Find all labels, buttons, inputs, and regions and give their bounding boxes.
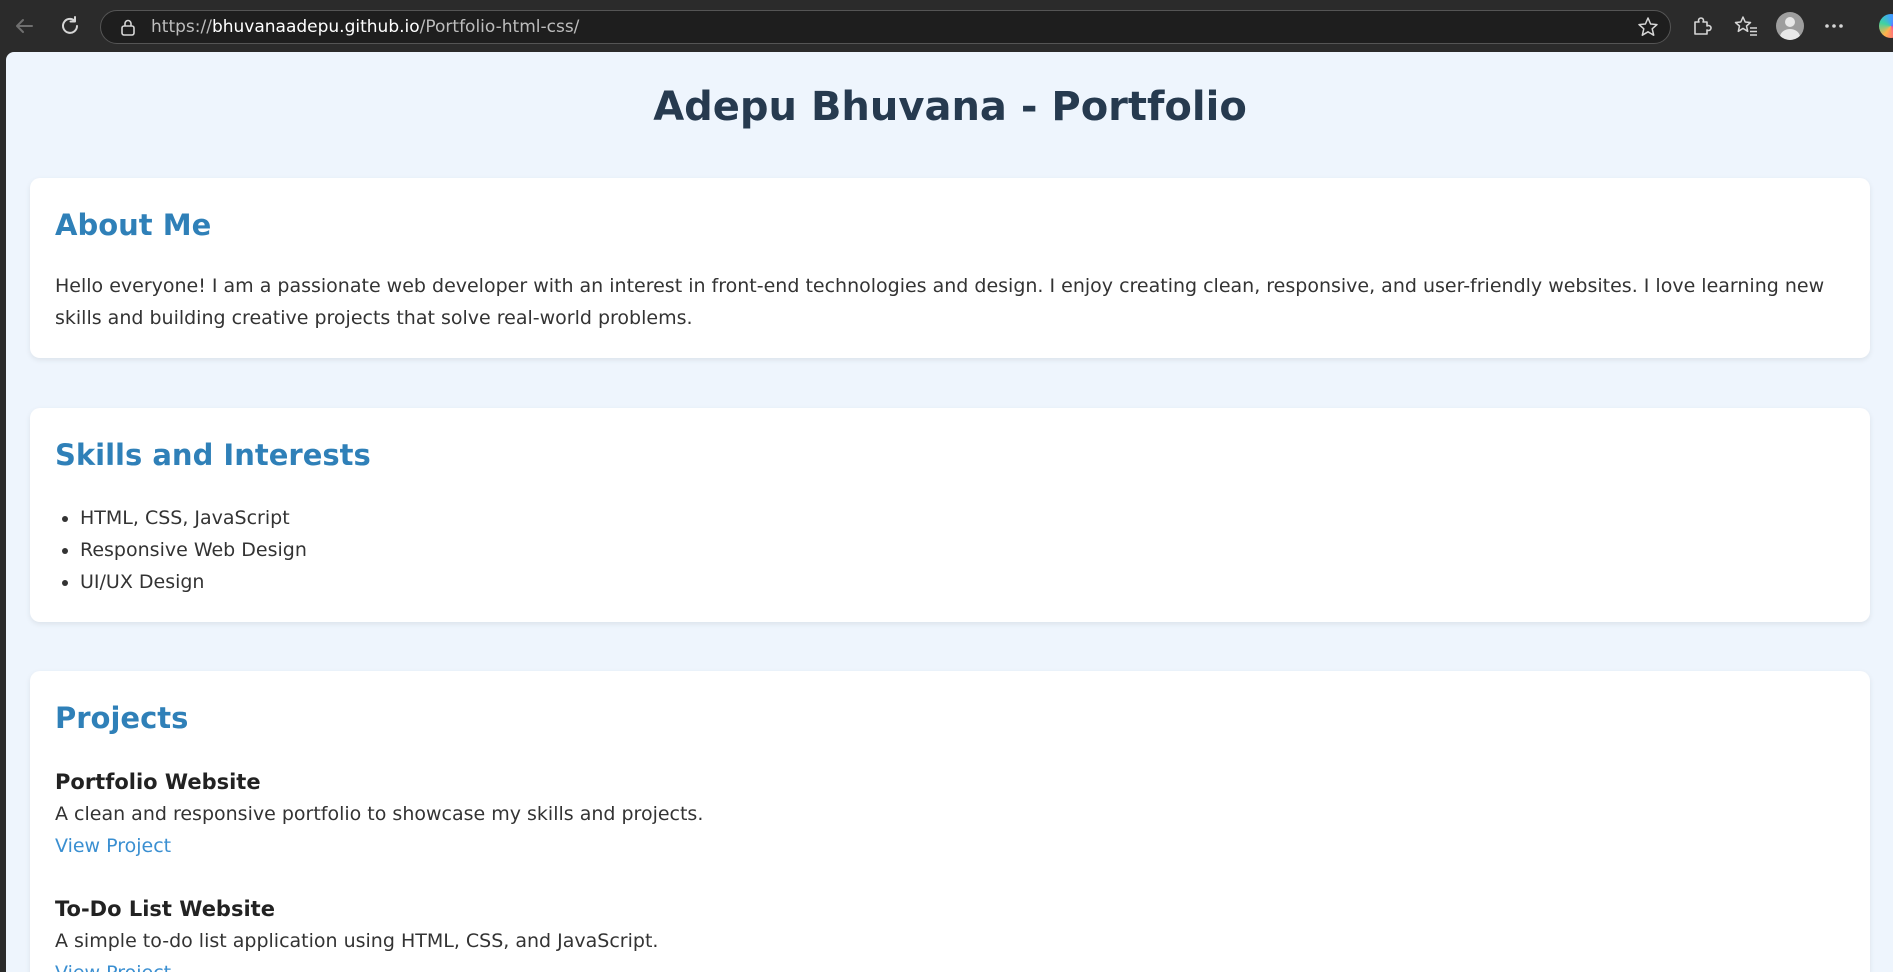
skills-list: HTML, CSS, JavaScript Responsive Web Des… xyxy=(55,502,307,598)
project-description: A clean and responsive portfolio to show… xyxy=(55,803,704,825)
project-title: Portfolio Website xyxy=(55,770,261,794)
url-path: /Portfolio-html-css/ xyxy=(419,17,580,37)
reload-icon xyxy=(62,16,78,34)
url-prefix: https:// xyxy=(151,17,212,37)
site-info-lock-icon[interactable] xyxy=(117,16,139,38)
extensions-button[interactable] xyxy=(1680,6,1724,46)
skills-section: Skills and Interests HTML, CSS, JavaScri… xyxy=(30,408,1870,622)
project-description: A simple to-do list application using HT… xyxy=(55,930,659,952)
url-text[interactable]: https://bhuvanaadepu.github.io/Portfolio… xyxy=(151,17,579,37)
project-item: Portfolio Website A clean and responsive… xyxy=(55,766,1845,862)
more-options-button[interactable] xyxy=(1812,6,1856,46)
skills-list-item: Responsive Web Design xyxy=(80,534,307,566)
url-host: bhuvanaadepu.github.io xyxy=(211,17,420,37)
favorites-icon xyxy=(1734,16,1757,36)
page-viewport: Adepu Bhuvana - Portfolio About Me Hello… xyxy=(6,52,1893,972)
page-title: Adepu Bhuvana - Portfolio xyxy=(653,84,1247,130)
project-title: To-Do List Website xyxy=(55,897,275,921)
favorites-button[interactable] xyxy=(1724,6,1768,46)
address-bar[interactable]: https://bhuvanaadepu.github.io/Portfolio… xyxy=(100,10,1671,44)
toolbar-actions xyxy=(1680,6,1856,46)
copilot-icon[interactable] xyxy=(1879,14,1893,38)
reload-button[interactable] xyxy=(48,4,92,48)
skills-heading: Skills and Interests xyxy=(55,438,371,472)
projects-section: Projects Portfolio Website A clean and r… xyxy=(30,671,1870,972)
back-arrow-icon xyxy=(16,19,33,33)
profile-button[interactable] xyxy=(1768,6,1812,46)
view-project-link[interactable]: View Project xyxy=(55,830,1845,862)
about-section: About Me Hello everyone! I am a passiona… xyxy=(30,178,1870,358)
more-dots-icon xyxy=(1825,24,1843,28)
project-item: To-Do List Website A simple to-do list a… xyxy=(55,893,1845,972)
skills-list-item: HTML, CSS, JavaScript xyxy=(80,502,307,534)
back-button[interactable] xyxy=(2,4,46,48)
about-text: Hello everyone! I am a passionate web de… xyxy=(55,275,1825,329)
about-heading: About Me xyxy=(55,208,212,242)
favorite-star-icon[interactable] xyxy=(1636,15,1660,39)
puzzle-icon xyxy=(1694,17,1712,35)
browser-toolbar: https://bhuvanaadepu.github.io/Portfolio… xyxy=(0,0,1893,52)
projects-heading: Projects xyxy=(55,701,189,735)
skills-list-item: UI/UX Design xyxy=(80,566,307,598)
avatar xyxy=(1776,12,1804,40)
view-project-link[interactable]: View Project xyxy=(55,957,1845,972)
